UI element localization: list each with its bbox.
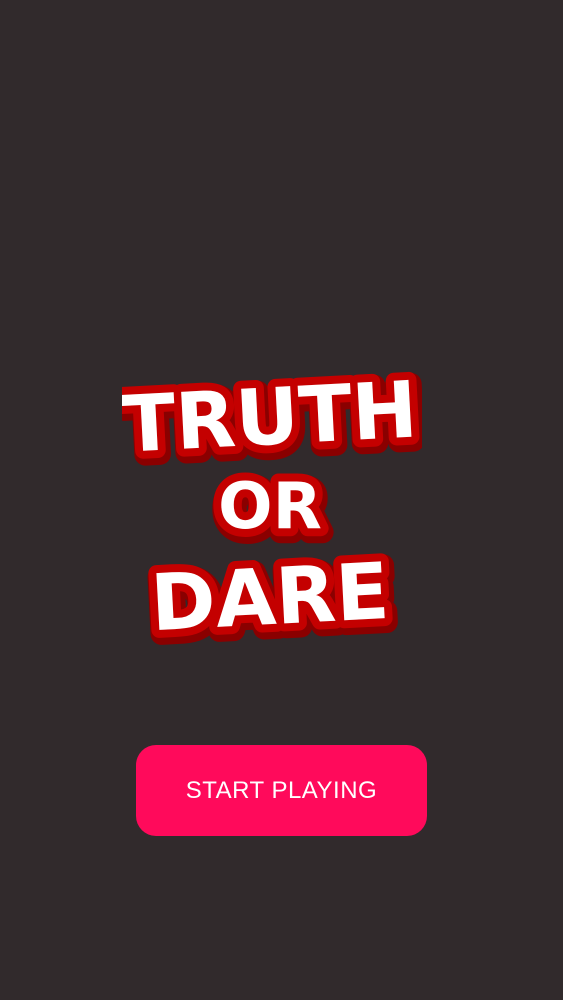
logo-line-truth: TRUTH	[122, 365, 420, 470]
logo-fill-layer: TRUTH OR DARE	[122, 365, 420, 649]
logo-line-dare: DARE	[148, 547, 391, 649]
truth-or-dare-logo: TRUTH OR DARE TRUTH OR DARE TRUTH OR DAR…	[122, 350, 422, 670]
logo-graphic: TRUTH OR DARE TRUTH OR DARE TRUTH OR DAR…	[122, 357, 422, 664]
splash-screen: TRUTH OR DARE TRUTH OR DARE TRUTH OR DAR…	[0, 0, 563, 1000]
logo-line-or: OR	[218, 470, 322, 544]
start-playing-button[interactable]: START PLAYING	[136, 745, 427, 836]
